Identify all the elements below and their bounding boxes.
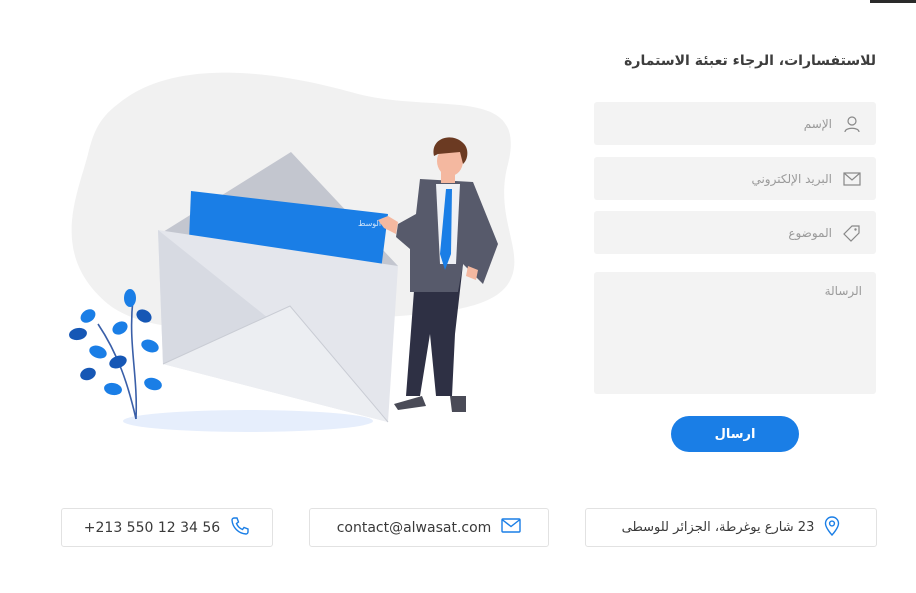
phone-card[interactable]: +213 550 12 34 56 [61, 508, 273, 547]
contact-illustration: الوسط [69, 72, 515, 432]
address-card[interactable]: 23 شارع يوغرطة، الجزائر للوسطى [585, 508, 877, 547]
letter-brand: الوسط [358, 219, 381, 228]
location-pin-icon [824, 515, 840, 540]
mail-icon [501, 518, 521, 537]
form-title: للاستفسارات، الرجاء تعبئة الاستمارة [624, 53, 876, 69]
phone-number: +213 550 12 34 56 [83, 519, 221, 536]
message-placeholder: الرسالة [824, 284, 862, 298]
subject-field[interactable]: الموضوع [594, 211, 876, 254]
name-field[interactable]: الإسم [594, 102, 876, 145]
email-field[interactable]: البريد الإلكتروني [594, 157, 876, 200]
contact-address: 23 شارع يوغرطة، الجزائر للوسطى [621, 520, 815, 535]
email-card[interactable]: contact@alwasat.com [309, 508, 549, 547]
name-placeholder: الإسم [803, 116, 832, 131]
tag-icon [842, 223, 862, 243]
send-button[interactable]: ارسال [671, 416, 799, 452]
email-placeholder: البريد الإلكتروني [751, 171, 832, 186]
phone-icon [230, 516, 250, 540]
message-textarea[interactable]: الرسالة [594, 272, 876, 394]
contact-email: contact@alwasat.com [336, 519, 492, 536]
ground-shadow [123, 410, 373, 432]
user-icon [842, 114, 862, 134]
corner-decoration [870, 0, 916, 3]
subject-placeholder: الموضوع [788, 225, 832, 240]
envelope-icon [842, 169, 862, 189]
